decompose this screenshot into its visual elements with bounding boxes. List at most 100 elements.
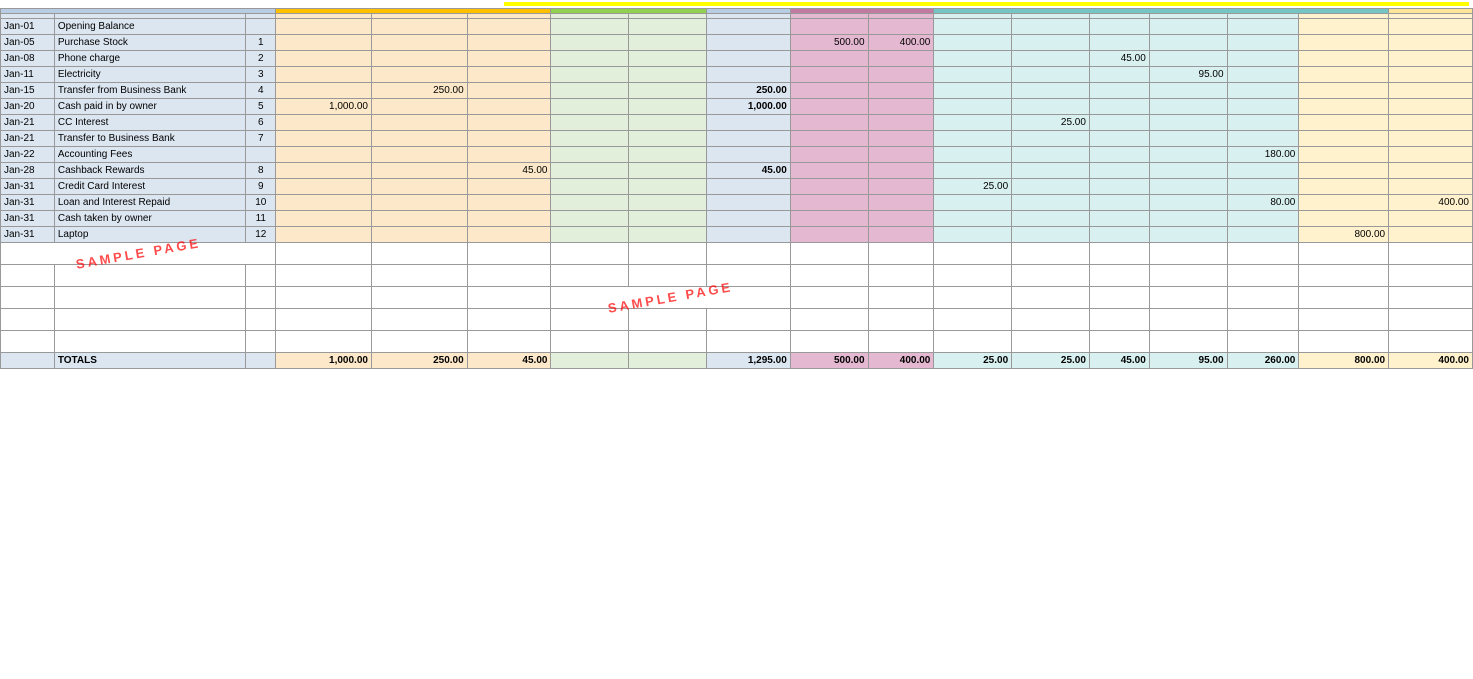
cell bbox=[790, 147, 868, 163]
cell: 400.00 bbox=[1389, 195, 1473, 211]
cell: Laptop bbox=[54, 227, 245, 243]
cell: Jan-21 bbox=[1, 131, 55, 147]
cell bbox=[1227, 331, 1299, 353]
cell bbox=[1299, 51, 1389, 67]
cell: 45.00 bbox=[467, 163, 551, 179]
cell: 11 bbox=[246, 211, 276, 227]
cell bbox=[934, 243, 1012, 265]
cell bbox=[551, 51, 629, 67]
cell bbox=[1149, 309, 1227, 331]
cell: 25.00 bbox=[1012, 115, 1090, 131]
cell bbox=[707, 51, 791, 67]
cell bbox=[1299, 131, 1389, 147]
cell bbox=[868, 195, 934, 211]
cell bbox=[629, 331, 707, 353]
cell: Accounting Fees bbox=[54, 147, 245, 163]
cell bbox=[1299, 195, 1389, 211]
cell: 7 bbox=[246, 131, 276, 147]
table-row: Jan-21Transfer to Business Bank7 bbox=[1, 131, 1473, 147]
cell: Jan-01 bbox=[1, 19, 55, 35]
cell bbox=[1227, 309, 1299, 331]
cell bbox=[868, 83, 934, 99]
cell bbox=[1299, 99, 1389, 115]
cell bbox=[629, 243, 707, 265]
cell: SAMPLE PAGE bbox=[1, 243, 276, 265]
cell: Phone charge bbox=[54, 51, 245, 67]
cell bbox=[1149, 265, 1227, 287]
cell bbox=[276, 67, 372, 83]
cell: Electricity bbox=[54, 67, 245, 83]
sample-row: SAMPLE PAGE bbox=[1, 287, 1473, 309]
cell bbox=[551, 195, 629, 211]
cell bbox=[934, 309, 1012, 331]
cell bbox=[1089, 195, 1149, 211]
cell bbox=[246, 309, 276, 331]
cell bbox=[934, 163, 1012, 179]
cell bbox=[790, 99, 868, 115]
cell bbox=[1299, 83, 1389, 99]
cell bbox=[629, 131, 707, 147]
cell bbox=[629, 51, 707, 67]
cell bbox=[1149, 35, 1227, 51]
table-row: Jan-31Cash taken by owner11 bbox=[1, 211, 1473, 227]
cell bbox=[1, 265, 55, 287]
cell bbox=[868, 179, 934, 195]
cell bbox=[467, 179, 551, 195]
cell: 12 bbox=[246, 227, 276, 243]
cell bbox=[629, 99, 707, 115]
cell bbox=[1389, 179, 1473, 195]
cell bbox=[1227, 115, 1299, 131]
sample-row bbox=[1, 309, 1473, 331]
totals-cell: TOTALS bbox=[54, 353, 245, 369]
cell bbox=[467, 331, 551, 353]
table-row: Jan-20Cash paid in by owner51,000.001,00… bbox=[1, 99, 1473, 115]
cell bbox=[1299, 309, 1389, 331]
cell bbox=[1299, 331, 1389, 353]
cell: Cash paid in by owner bbox=[54, 99, 245, 115]
cell bbox=[1149, 179, 1227, 195]
cell bbox=[1149, 19, 1227, 35]
cell: 500.00 bbox=[790, 35, 868, 51]
cell bbox=[1227, 99, 1299, 115]
cell bbox=[1149, 147, 1227, 163]
cell bbox=[868, 331, 934, 353]
cell bbox=[790, 83, 868, 99]
cell: 1,000.00 bbox=[707, 99, 791, 115]
cell bbox=[1389, 51, 1473, 67]
cell bbox=[551, 99, 629, 115]
cell bbox=[1089, 227, 1149, 243]
cell bbox=[1227, 179, 1299, 195]
cell bbox=[629, 19, 707, 35]
totals-cell: 95.00 bbox=[1149, 353, 1227, 369]
cell: 1,000.00 bbox=[276, 99, 372, 115]
cell bbox=[629, 195, 707, 211]
cell bbox=[868, 67, 934, 83]
cell bbox=[790, 287, 868, 309]
table-row: Jan-22Accounting Fees180.00 bbox=[1, 147, 1473, 163]
cell: 8 bbox=[246, 163, 276, 179]
cell bbox=[790, 19, 868, 35]
totals-cell: 25.00 bbox=[934, 353, 1012, 369]
cell bbox=[371, 99, 467, 115]
cell: 400.00 bbox=[868, 35, 934, 51]
cell bbox=[1389, 147, 1473, 163]
cell bbox=[246, 147, 276, 163]
cell bbox=[707, 195, 791, 211]
cell bbox=[934, 51, 1012, 67]
cell bbox=[551, 265, 629, 287]
cell bbox=[1227, 227, 1299, 243]
cell bbox=[1299, 35, 1389, 51]
cell bbox=[371, 265, 467, 287]
cell: 2 bbox=[246, 51, 276, 67]
table-row: Jan-28Cashback Rewards845.0045.00 bbox=[1, 163, 1473, 179]
cell bbox=[1149, 227, 1227, 243]
totals-cell: 800.00 bbox=[1299, 353, 1389, 369]
cell bbox=[934, 147, 1012, 163]
cell bbox=[54, 287, 245, 309]
cell bbox=[1012, 163, 1090, 179]
cell bbox=[54, 309, 245, 331]
cell bbox=[1389, 35, 1473, 51]
cell bbox=[467, 265, 551, 287]
cell bbox=[934, 265, 1012, 287]
cell bbox=[629, 67, 707, 83]
